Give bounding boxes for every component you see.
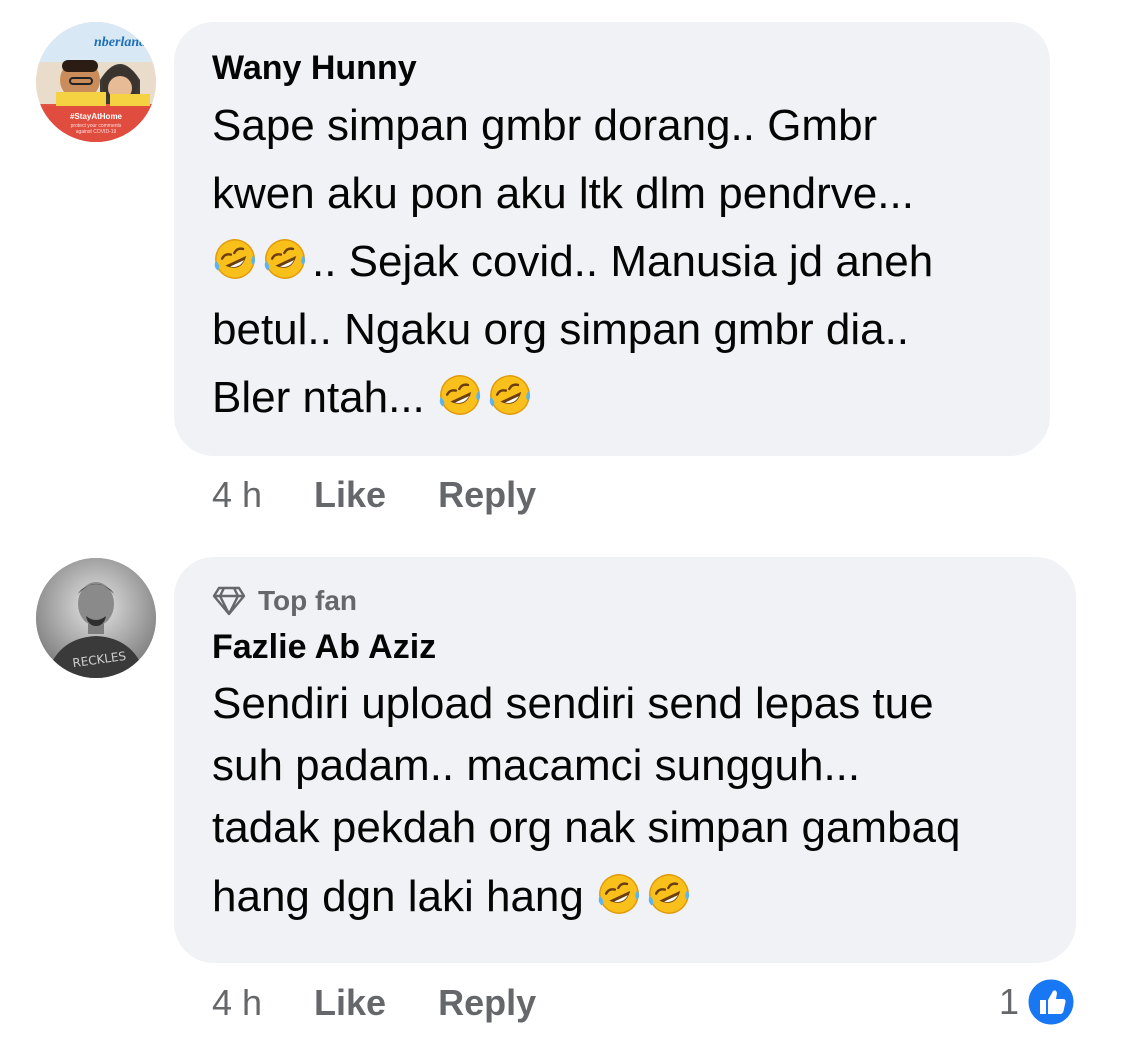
comment-bubble: Top fan Fazlie Ab Aziz Sendiri upload se… <box>174 557 1076 963</box>
rofl-emoji-icon <box>437 372 483 418</box>
reply-button[interactable]: Reply <box>438 474 536 516</box>
top-fan-label: Top fan <box>258 585 358 616</box>
svg-text:nberland: nberland <box>94 35 147 50</box>
comment-bubble: Wany Hunny Sape simpan gmbr dorang.. Gmb… <box>174 22 1050 456</box>
rofl-emoji-icon <box>487 372 533 418</box>
reply-button[interactable]: Reply <box>438 982 536 1024</box>
comment-line: Sendiri upload sendiri send lepas tue <box>212 679 934 728</box>
avatar-photo: RECKLES <box>36 558 156 678</box>
comment-line: suh padam.. macamci sungguh... <box>212 741 861 790</box>
comment-line: .. Sejak covid.. Manusia jd aneh <box>212 228 1012 296</box>
comment-line-text: Bler ntah... <box>212 373 438 422</box>
comment-actions: 4 h Like Reply <box>212 982 588 1024</box>
comment-author[interactable]: Fazlie Ab Aziz <box>212 627 1038 667</box>
reaction-summary[interactable]: 1 <box>999 976 1077 1028</box>
like-thumb-icon <box>1025 976 1077 1028</box>
comment-line-text: hang dgn laki hang <box>212 872 597 921</box>
comment-line: kwen aku pon aku ltk dlm pendrve... <box>212 169 914 218</box>
comment-line-text: .. Sejak covid.. Manusia jd aneh <box>312 237 934 286</box>
rofl-emoji-icon <box>262 236 308 282</box>
like-button[interactable]: Like <box>314 982 386 1024</box>
comment-text: Sape simpan gmbr dorang.. Gmbr kwen aku … <box>212 92 1012 432</box>
comment-line: Bler ntah... <box>212 364 1012 432</box>
avatar[interactable]: RECKLES <box>36 558 156 678</box>
diamond-icon <box>212 586 246 616</box>
comment-line: hang dgn laki hang <box>212 859 1038 935</box>
comment-line: tadak pekdah org nak simpan gambaq <box>212 803 961 852</box>
rofl-emoji-icon <box>646 871 692 917</box>
avatar[interactable]: nberland #StayAtHome protect your commen… <box>36 22 156 142</box>
comment-actions: 4 h Like Reply <box>212 474 588 516</box>
avatar-caption: #StayAtHome <box>69 112 122 121</box>
comment-author[interactable]: Wany Hunny <box>212 48 1012 88</box>
rofl-emoji-icon <box>212 236 258 282</box>
rofl-emoji-icon <box>596 871 642 917</box>
top-fan-badge: Top fan <box>212 585 1038 617</box>
like-button[interactable]: Like <box>314 474 386 516</box>
comment-line: Sape simpan gmbr dorang.. Gmbr <box>212 101 878 150</box>
avatar-subcaption: protect your comments against COVID-19 <box>70 123 122 135</box>
comment-timestamp[interactable]: 4 h <box>212 982 262 1024</box>
comment-text: Sendiri upload sendiri send lepas tue su… <box>212 673 1038 935</box>
reaction-count: 1 <box>998 981 1019 1022</box>
comment-line: betul.. Ngaku org simpan gmbr dia.. <box>212 305 910 354</box>
comment-timestamp[interactable]: 4 h <box>212 474 262 516</box>
